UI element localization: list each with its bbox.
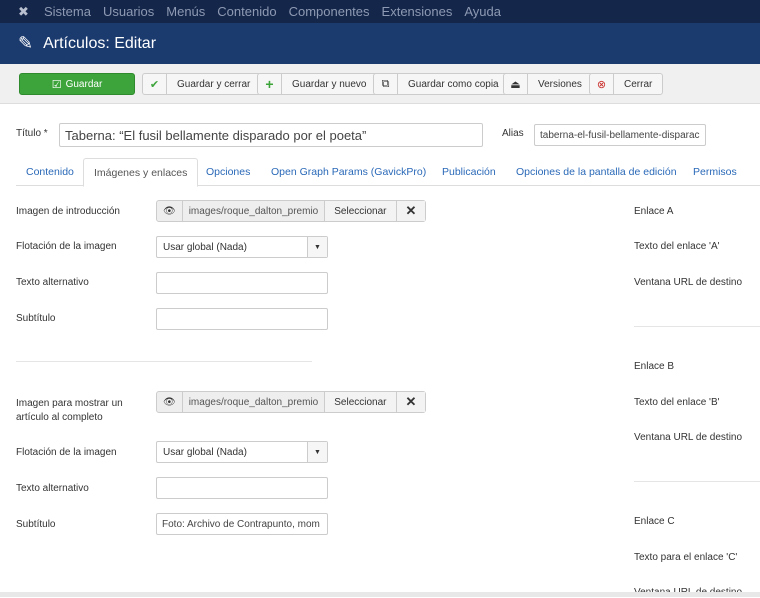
full-caption-input[interactable]: Foto: Archivo de Contrapunto, mom [156, 513, 328, 535]
pencil-icon: ✎ [18, 33, 34, 53]
intro-float-select[interactable]: Usar global (Nada) ▼ [156, 236, 328, 258]
full-image-path: images/roque_dalton_premio [183, 392, 326, 412]
full-select-button[interactable]: Seleccionar [325, 392, 397, 412]
save-close-button[interactable]: ✔ Guardar y cerrar [142, 73, 262, 95]
intro-alt-label: Texto alternativo [16, 277, 89, 288]
full-alt-input[interactable] [156, 477, 328, 499]
save-button[interactable]: ☑ Guardar [19, 73, 135, 95]
full-float-value: Usar global (Nada) [163, 446, 247, 458]
link-b-text-label: Texto del enlace 'B' [634, 397, 720, 408]
save-new-button[interactable]: + Guardar y nuevo [257, 73, 378, 95]
intro-alt-input[interactable] [156, 272, 328, 294]
save-label: Guardar [65, 78, 103, 90]
page-header: ✎ Artículos: Editar [0, 23, 760, 64]
title-input[interactable]: Taberna: “El fusil bellamente disparado … [59, 123, 483, 147]
tab-open-graph[interactable]: Open Graph Params (GavickPro) [261, 158, 436, 186]
link-a-label: Enlace A [634, 206, 674, 217]
intro-caption-label: Subtítulo [16, 313, 56, 324]
tab-bar: Contenido Imágenes y enlaces Opciones Op… [16, 158, 760, 187]
plus-icon: + [258, 74, 282, 94]
save-copy-label: Guardar como copia [408, 78, 499, 90]
divider [634, 481, 760, 482]
chevron-down-icon: ▼ [307, 237, 327, 257]
intro-caption-input[interactable] [156, 308, 328, 330]
tab-opciones[interactable]: Opciones [196, 158, 260, 186]
intro-image-label: Imagen de introducción [16, 206, 120, 217]
archive-icon: ⏏ [504, 74, 528, 94]
intro-image-field: 👁 images/roque_dalton_premio Seleccionar… [156, 200, 427, 222]
intro-select-button[interactable]: Seleccionar [325, 201, 397, 221]
link-a-text-label: Texto del enlace 'A' [634, 241, 720, 252]
intro-float-label: Flotación de la imagen [16, 241, 117, 252]
full-alt-label: Texto alternativo [16, 483, 89, 494]
link-a-window-label: Ventana URL de destino [634, 277, 743, 288]
link-c-label: Enlace C [634, 516, 675, 527]
tab-contenido[interactable]: Contenido [16, 158, 84, 186]
full-float-label: Flotación de la imagen [16, 447, 117, 458]
preview-eye-icon[interactable]: 👁 [157, 392, 183, 412]
link-b-label: Enlace B [634, 361, 675, 372]
link-b-window-label: Ventana URL de destino [634, 432, 743, 443]
joomla-logo-icon[interactable]: ✖ [18, 4, 32, 19]
full-float-select[interactable]: Usar global (Nada) ▼ [156, 441, 328, 463]
top-menu-bar: ✖ Sistema Usuarios Menús Contenido Compo… [0, 0, 760, 23]
close-button[interactable]: ⊗ Cerrar [589, 73, 664, 95]
check-icon: ✔ [143, 74, 167, 94]
preview-eye-icon[interactable]: 👁 [157, 201, 183, 221]
copy-icon: ⧉ [374, 74, 398, 94]
menu-componentes[interactable]: Componentes [289, 4, 370, 19]
versions-button[interactable]: ⏏ Versiones [503, 73, 593, 95]
tab-permisos[interactable]: Permisos [683, 158, 747, 186]
toolbar: ☑ Guardar ✔ Guardar y cerrar + Guardar y nu… [0, 64, 760, 104]
full-image-field: 👁 images/roque_dalton_premio Seleccionar… [156, 391, 427, 413]
tab-imagenes-enlaces[interactable]: Imágenes y enlaces [83, 158, 199, 187]
edit-icon: ☑ [51, 78, 62, 91]
menu-menus[interactable]: Menús [166, 4, 205, 19]
tab-opciones-pantalla[interactable]: Opciones de la pantalla de edición [506, 158, 687, 186]
menu-contenido[interactable]: Contenido [217, 4, 276, 19]
menu-extensiones[interactable]: Extensiones [382, 4, 453, 19]
save-new-label: Guardar y nuevo [292, 78, 367, 90]
divider [634, 326, 760, 327]
versions-label: Versiones [538, 78, 582, 90]
full-clear-icon[interactable]: ✕ [396, 392, 426, 412]
divider [16, 361, 312, 362]
intro-float-value: Usar global (Nada) [163, 241, 247, 253]
cancel-icon: ⊗ [590, 74, 614, 94]
menu-usuarios[interactable]: Usuarios [103, 4, 154, 19]
link-c-text-label: Texto para el enlace 'C' [634, 552, 738, 563]
save-close-label: Guardar y cerrar [177, 78, 251, 90]
title-label: Título * [16, 128, 48, 139]
save-copy-button[interactable]: ⧉ Guardar como copia [373, 73, 510, 95]
page-title: Artículos: Editar [43, 34, 157, 52]
chevron-down-icon: ▼ [307, 442, 327, 462]
intro-clear-icon[interactable]: ✕ [396, 201, 426, 221]
close-label: Cerrar [624, 78, 653, 90]
alias-label: Alias [502, 128, 524, 139]
menu-sistema[interactable]: Sistema [44, 4, 91, 19]
full-image-label: Imagen para mostrar un artículo al compl… [16, 398, 123, 423]
full-caption-label: Subtítulo [16, 519, 56, 530]
alias-input[interactable]: taberna-el-fusil-bellamente-disparac [534, 124, 706, 146]
horizontal-scrollbar[interactable] [0, 592, 760, 597]
tab-publicacion[interactable]: Publicación [432, 158, 506, 186]
intro-image-path: images/roque_dalton_premio [183, 201, 326, 221]
menu-ayuda[interactable]: Ayuda [464, 4, 501, 19]
